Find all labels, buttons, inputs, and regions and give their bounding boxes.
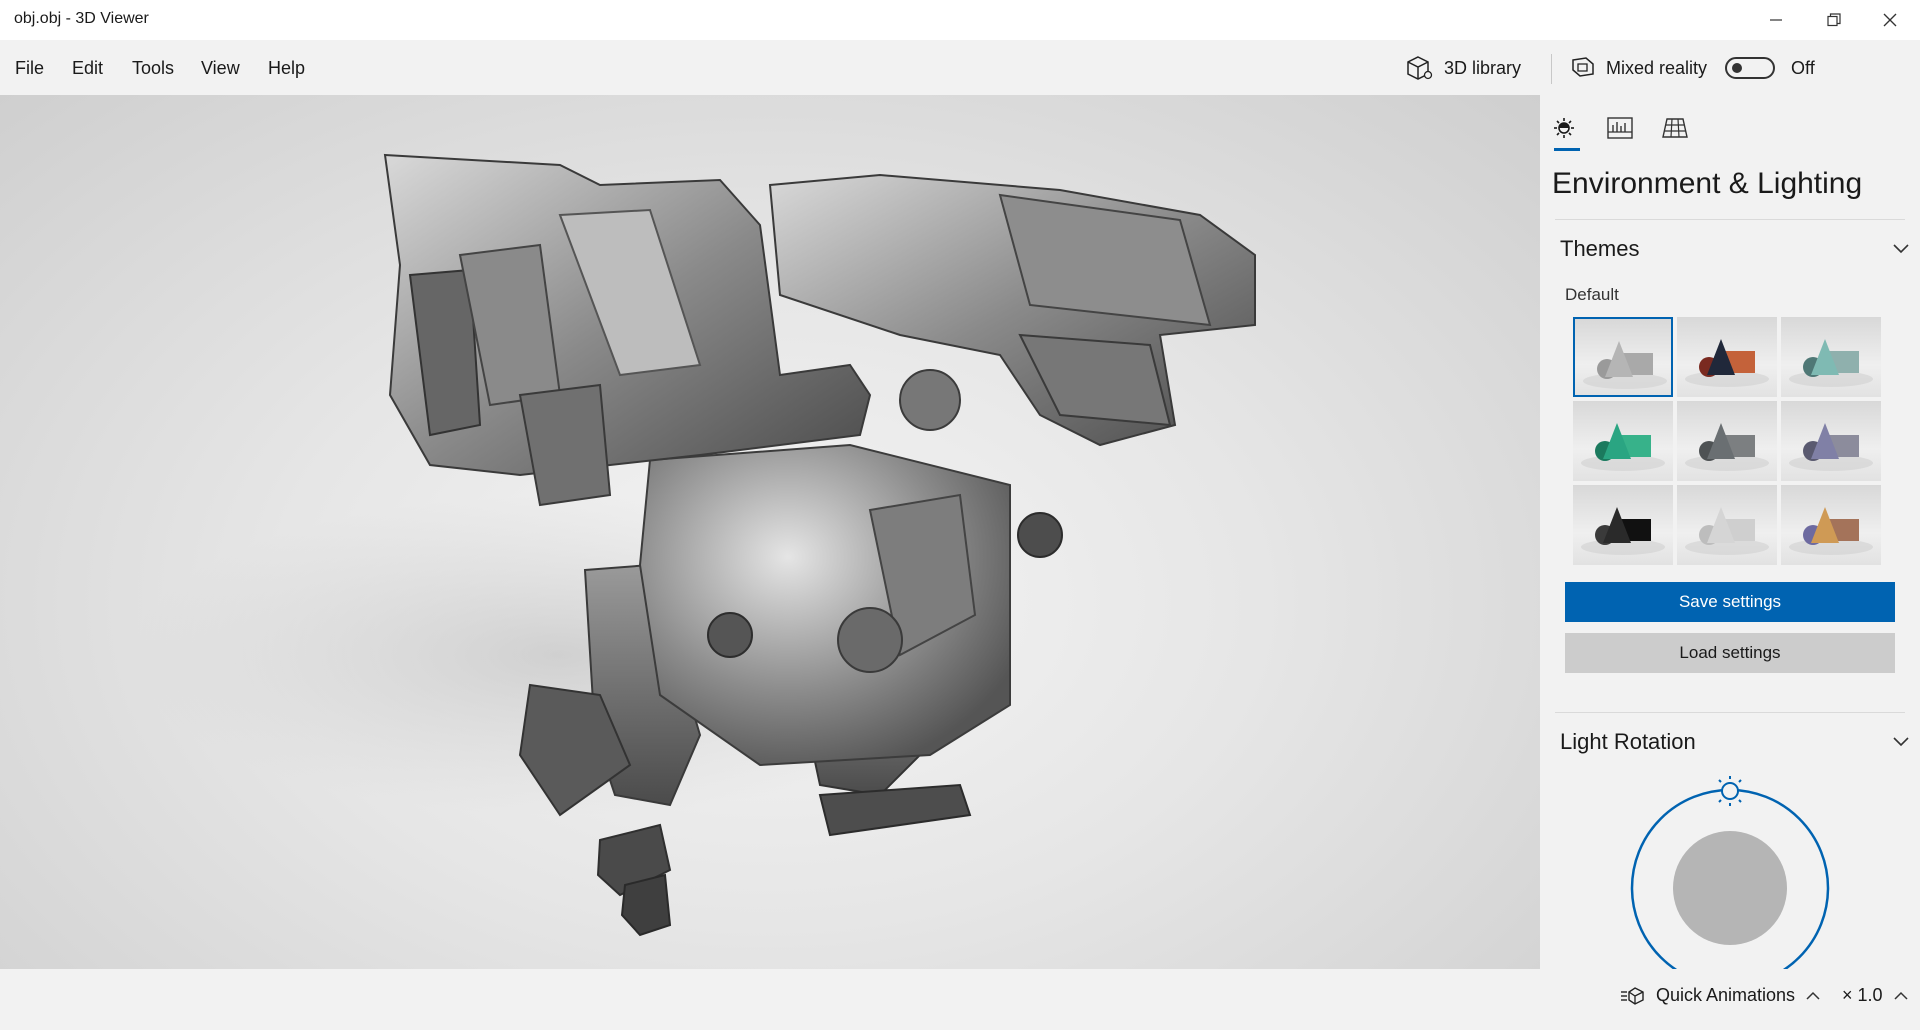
stats-tab[interactable]	[1605, 113, 1635, 143]
menu-file[interactable]: File	[15, 58, 44, 79]
minimize-icon	[1770, 19, 1782, 21]
theme-teal[interactable]	[1781, 317, 1881, 397]
grid-icon	[1662, 118, 1688, 138]
stats-icon	[1607, 117, 1633, 139]
side-panel: Environment & Lighting Themes Default Sa…	[1540, 95, 1920, 969]
theme-light[interactable]	[1677, 485, 1777, 565]
grid-tab[interactable]	[1660, 113, 1690, 143]
mixed-reality-icon	[1572, 57, 1594, 77]
chevron-down-icon[interactable]	[1892, 736, 1910, 748]
3d-library-label: 3D library	[1444, 57, 1522, 78]
quick-animations-label: Quick Animations	[1656, 985, 1796, 1005]
panel-title: Environment & Lighting	[1552, 167, 1863, 200]
restore-icon	[1827, 13, 1841, 27]
robot-model	[130, 153, 1256, 937]
theme-dark[interactable]	[1573, 485, 1673, 565]
toggle-knob	[1732, 63, 1743, 73]
theme-sunset[interactable]	[1677, 317, 1777, 397]
menu-view[interactable]: View	[201, 58, 240, 79]
theme-default[interactable]	[1573, 317, 1673, 397]
theme-violet[interactable]	[1781, 401, 1881, 481]
selected-theme-label: Default	[1565, 285, 1619, 304]
save-settings-button[interactable]: Save settings	[1565, 582, 1895, 622]
theme-grid	[1573, 317, 1881, 565]
light-rotation-header[interactable]: Light Rotation	[1560, 729, 1696, 755]
theme-green[interactable]	[1573, 401, 1673, 481]
mixed-reality-control[interactable]: Mixed reality Off	[1570, 54, 1815, 82]
mixed-reality-toggle[interactable]	[1725, 57, 1776, 79]
section-divider	[1555, 712, 1905, 713]
chevron-up-icon	[1894, 991, 1908, 1000]
close-icon	[1883, 13, 1897, 27]
theme-slate[interactable]	[1677, 401, 1777, 481]
chevron-down-icon[interactable]	[1892, 243, 1910, 255]
window-title: obj.obj - 3D Viewer	[14, 10, 149, 27]
menu-edit[interactable]: Edit	[72, 58, 103, 79]
animation-speed-label: × 1.0	[1842, 985, 1883, 1005]
menu-help[interactable]: Help	[268, 58, 305, 79]
animation-speed-control[interactable]: × 1.0	[1842, 985, 1909, 1006]
menu-bar: File Edit Tools View Help 3D library Mix…	[0, 40, 1920, 95]
restore-button[interactable]	[1806, 0, 1862, 40]
active-tab-indicator	[1554, 148, 1580, 151]
animation-icon	[1621, 986, 1644, 1005]
themes-header[interactable]: Themes	[1560, 236, 1639, 262]
3d-library-button[interactable]: 3D library	[1406, 54, 1521, 82]
minimize-button[interactable]	[1748, 0, 1804, 40]
quick-animations-button[interactable]: Quick Animations	[1620, 985, 1821, 1006]
environment-lighting-tab[interactable]	[1550, 113, 1580, 143]
sun-icon	[1554, 118, 1574, 138]
chevron-up-icon	[1806, 991, 1820, 1000]
section-divider	[1555, 219, 1905, 220]
light-rotation-dial[interactable]	[1620, 775, 1840, 969]
cube-icon	[1407, 56, 1433, 80]
menu-tools[interactable]: Tools	[132, 58, 174, 79]
title-bar: obj.obj - 3D Viewer	[0, 0, 1920, 40]
3d-viewport[interactable]	[0, 95, 1540, 969]
status-bar: Quick Animations × 1.0	[0, 969, 1920, 1030]
theme-warm[interactable]	[1781, 485, 1881, 565]
menu-divider	[1551, 54, 1552, 84]
close-button[interactable]	[1862, 0, 1918, 40]
load-settings-button[interactable]: Load settings	[1565, 633, 1895, 673]
mixed-reality-state: Off	[1791, 57, 1815, 78]
mixed-reality-label: Mixed reality	[1606, 57, 1708, 78]
